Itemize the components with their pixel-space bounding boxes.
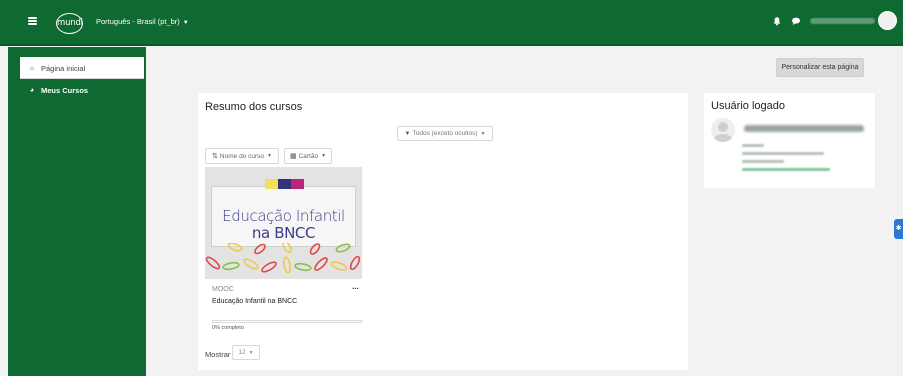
course-image-title-line2: na BNCC xyxy=(251,224,316,242)
user-avatar xyxy=(711,118,735,142)
customize-page-button[interactable]: Personalizar esta página xyxy=(776,58,864,77)
user-email-redacted[interactable] xyxy=(742,168,830,171)
caret-down-icon: ▼ xyxy=(321,153,327,159)
grid-icon: ▦ xyxy=(289,153,297,160)
logged-user-block: Usuário logado xyxy=(704,93,875,188)
course-actions-menu[interactable]: ... xyxy=(352,282,359,291)
site-logo[interactable]: mundi xyxy=(56,13,83,34)
course-progress-bar xyxy=(212,320,362,323)
sort-alpha-icon: ⇅ xyxy=(212,153,218,160)
view-dropdown[interactable]: ▦ Cartão ▼ xyxy=(284,148,332,164)
user-avatar[interactable] xyxy=(878,11,897,30)
accessibility-tab[interactable]: ✱ xyxy=(894,219,903,239)
filter-label: Todos (exceto ocultos) xyxy=(412,130,478,137)
user-fullname-redacted xyxy=(744,125,864,132)
block-title: Resumo dos cursos xyxy=(205,101,303,113)
course-progress-text: 0% completo xyxy=(212,325,244,331)
sort-dropdown[interactable]: ⇅ Nome do curso ▼ xyxy=(205,148,279,164)
hamburger-icon[interactable] xyxy=(28,17,37,25)
user-name-redacted[interactable] xyxy=(810,17,875,24)
home-icon: ⌂ xyxy=(29,64,35,72)
filter-dropdown[interactable]: ▼ Todos (exceto ocultos) ▼ xyxy=(397,126,493,141)
user-detail-redacted xyxy=(742,144,764,147)
funnel-icon: ▼ xyxy=(404,130,411,137)
dashboard-icon: ◕ xyxy=(29,86,35,94)
magenta-square xyxy=(291,179,304,189)
drawer-item-my-courses[interactable]: ◕ Meus Cursos xyxy=(20,79,144,101)
caret-down-icon: ▼ xyxy=(267,153,272,159)
top-navbar: mundi Português - Brasil (pt_br) ▼ xyxy=(0,0,903,46)
user-detail-redacted xyxy=(742,160,784,163)
default-user-icon xyxy=(713,122,733,142)
navy-square xyxy=(278,179,291,189)
show-value: 12 xyxy=(238,349,246,356)
course-overview-block: Resumo dos cursos ▼ Todos (exceto oculto… xyxy=(198,93,688,370)
course-card[interactable]: Educação Infantil na BNCC MOOC ... Educa… xyxy=(205,167,362,337)
drawer-item-label: Página inicial xyxy=(41,63,86,73)
caret-down-icon: ▼ xyxy=(182,20,189,26)
course-name-link[interactable]: Educação Infantil na BNCC xyxy=(212,298,297,305)
caret-down-icon: ▼ xyxy=(248,349,254,356)
language-label: Português - Brasil (pt_br) xyxy=(96,17,180,26)
nav-drawer: ⌂ Página inicial ◕ Meus Cursos xyxy=(8,47,146,376)
course-image-title-line1: Educação Infantil xyxy=(222,207,345,225)
show-label: Mostrar xyxy=(205,350,231,359)
user-detail-redacted xyxy=(742,152,824,155)
user-navigation xyxy=(772,11,897,30)
view-label: Cartão xyxy=(298,152,319,160)
caret-down-icon: ▼ xyxy=(480,130,486,137)
block-title: Usuário logado xyxy=(711,100,785,112)
yellow-square xyxy=(265,179,278,189)
drawer-item-label: Meus Cursos xyxy=(41,85,89,95)
course-category: MOOC xyxy=(212,286,234,293)
course-image[interactable]: Educação Infantil na BNCC xyxy=(205,167,362,279)
bell-icon[interactable] xyxy=(772,16,782,26)
show-per-page-dropdown[interactable]: 12 ▼ xyxy=(232,345,260,360)
chat-bubble-icon[interactable] xyxy=(791,16,801,26)
language-menu[interactable]: Português - Brasil (pt_br) ▼ xyxy=(96,17,189,26)
paper-clips-illustration xyxy=(205,243,361,274)
drawer-item-home[interactable]: ⌂ Página inicial xyxy=(20,57,144,79)
sort-label: Nome do curso xyxy=(219,152,264,160)
